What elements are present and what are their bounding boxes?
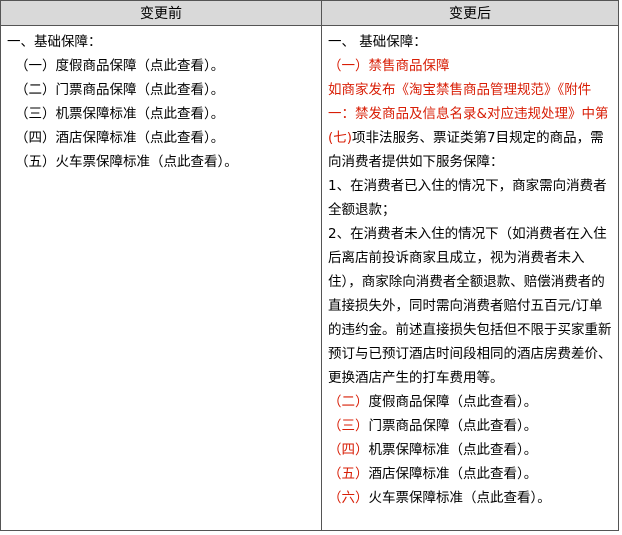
header-before: 变更前 [0,0,322,26]
after-section1-title: （一）禁售商品保障 [328,58,450,74]
after-item-6-num: （六） [328,490,369,506]
after-item-5: （五）酒店保障标准（点此查看）。 [328,462,614,486]
before-title: 一、基础保障： [7,34,102,50]
after-clause-1: 1、在消费者已入住的情况下，商家需向消费者全额退款； [328,178,607,218]
before-item-3: （三）机票保障标准（点此查看）。 [15,106,225,122]
before-item-1: （一）度假商品保障（点此查看）。 [15,58,225,74]
header-after: 变更后 [321,0,619,26]
after-cell: 一、 基础保障： （一）禁售商品保障 如商家发布《淘宝禁售商品管理规范》《附件一… [321,25,619,531]
after-item-6-text: 火车票保障标准（点此查看）。 [368,490,551,506]
after-item-4-num: （四） [328,442,369,458]
before-item-2: （二）门票商品保障（点此查看）。 [15,82,225,98]
after-item-2: （二）度假商品保障（点此查看）。 [328,390,614,414]
before-item-4: （四）酒店保障标准（点此查看）。 [15,130,225,146]
after-item-5-num: （五） [328,466,369,482]
after-clause-2: 2、在消费者未入住的情况下（如消费者在入住后离店前投诉商家且成立，视为消费者未入… [328,226,612,386]
after-section1-intro: 如商家发布《淘宝禁售商品管理规范》《附件一：禁发商品及信息名录&对应违规处理》中… [328,78,614,174]
after-item-4-text: 机票保障标准（点此查看）。 [368,442,538,458]
after-item-3-text: 门票商品保障（点此查看）。 [368,418,538,434]
after-item-2-num: （二） [328,394,369,410]
after-title: 一、 基础保障： [328,34,427,50]
after-item-5-text: 酒店保障标准（点此查看）。 [368,466,538,482]
content-row: 一、基础保障： （一）度假商品保障（点此查看）。 （二）门票商品保障（点此查看）… [0,25,619,531]
after-item-3-num: （三） [328,418,369,434]
header-row: 变更前 变更后 [0,0,619,26]
after-section1-intro-black: 项非法服务、票证类第7目规定的商品，需向消费者提供如下服务保障： [328,130,604,170]
after-item-6: （六）火车票保障标准（点此查看）。 [328,486,614,510]
after-item-2-text: 度假商品保障（点此查看）。 [368,394,538,410]
after-item-4: （四）机票保障标准（点此查看）。 [328,438,614,462]
after-item-3: （三）门票商品保障（点此查看）。 [328,414,614,438]
comparison-table: 变更前 变更后 一、基础保障： （一）度假商品保障（点此查看）。 （二）门票商品… [0,0,619,531]
before-item-5: （五）火车票保障标准（点此查看）。 [15,154,238,170]
before-cell: 一、基础保障： （一）度假商品保障（点此查看）。 （二）门票商品保障（点此查看）… [0,25,322,531]
